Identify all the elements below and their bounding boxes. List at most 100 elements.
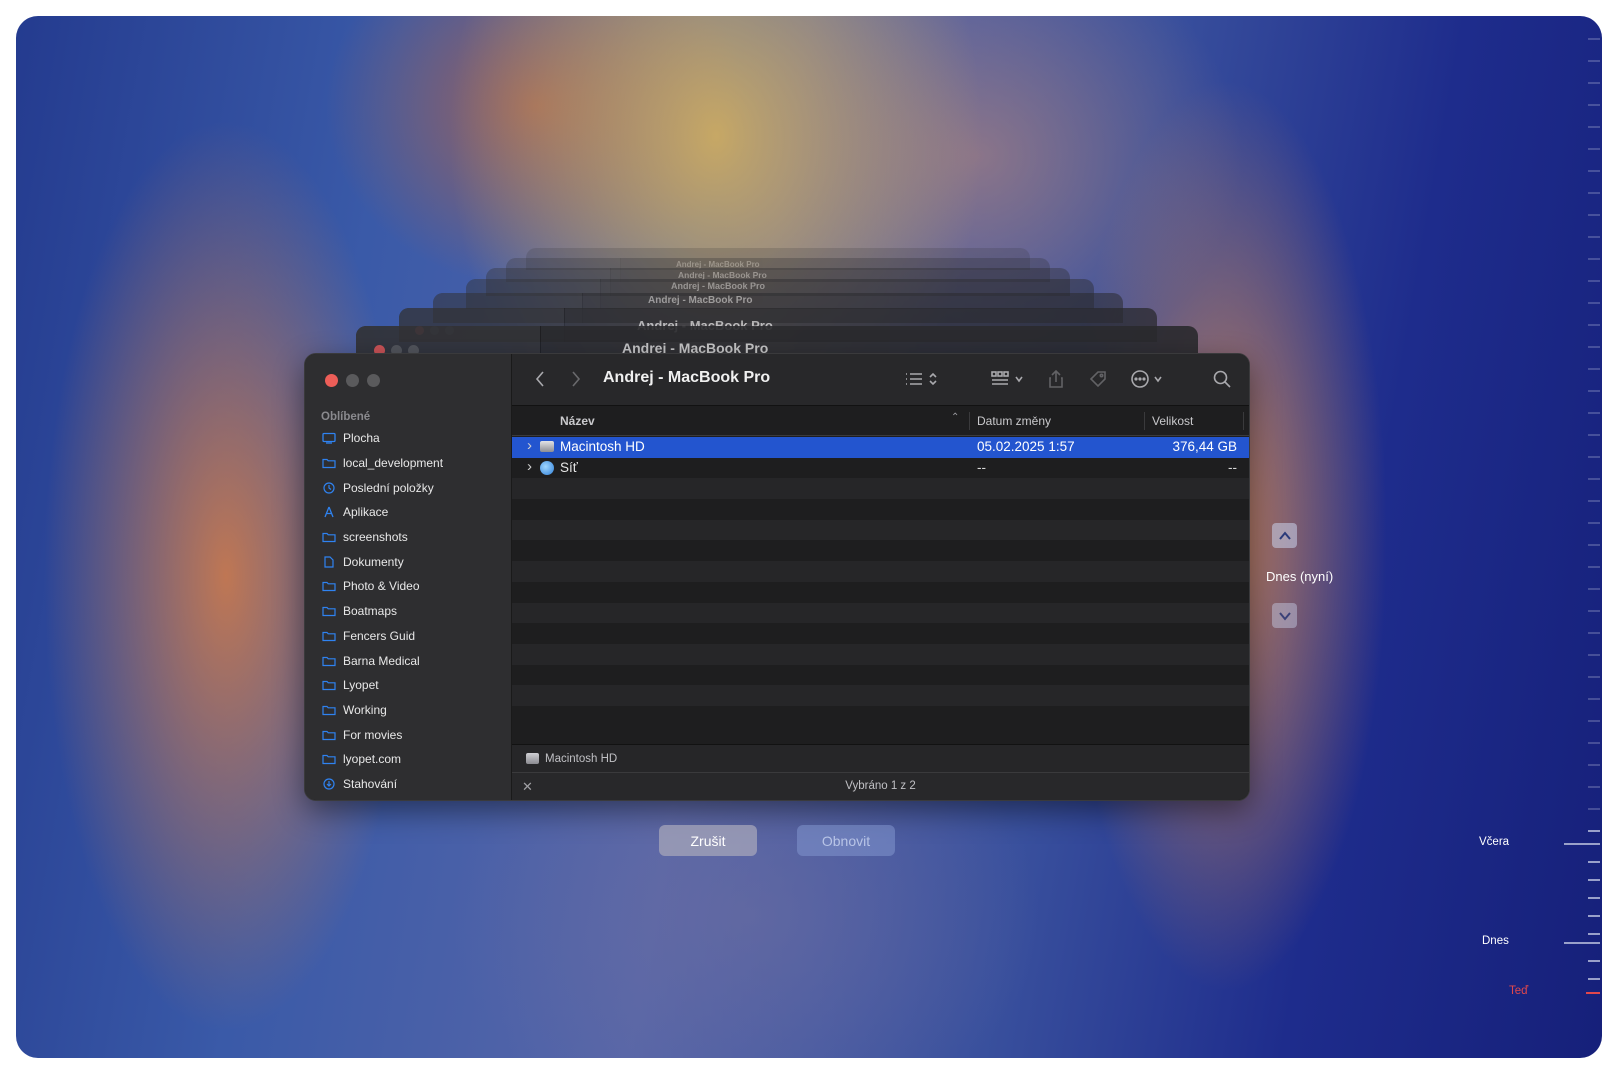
timeline-tick[interactable] bbox=[1588, 170, 1600, 172]
file-name: Síť bbox=[560, 459, 578, 475]
folder-icon bbox=[322, 531, 336, 543]
timeline-tick[interactable] bbox=[1588, 368, 1600, 370]
column-size[interactable]: Velikost bbox=[1152, 414, 1193, 428]
sidebar-item-photo-video[interactable]: Photo & Video bbox=[305, 574, 511, 599]
chevron-left-icon bbox=[535, 371, 544, 387]
hard-drive-icon bbox=[540, 441, 554, 452]
path-bar-item[interactable]: Macintosh HD bbox=[545, 753, 617, 765]
folder-icon bbox=[322, 704, 336, 716]
timeline-tick[interactable] bbox=[1588, 698, 1600, 700]
timeline-tick[interactable] bbox=[1588, 632, 1600, 634]
sidebar-item-fencers-guid[interactable]: Fencers Guid bbox=[305, 624, 511, 649]
share-button[interactable] bbox=[1048, 368, 1064, 390]
file-row[interactable]: › Macintosh HD 05.02.2025 1:57 376,44 GB bbox=[512, 437, 1249, 458]
tag-button[interactable] bbox=[1088, 368, 1108, 390]
timeline-tick[interactable] bbox=[1588, 302, 1600, 304]
timeline-label-today[interactable]: Dnes bbox=[1482, 935, 1509, 947]
back-button[interactable] bbox=[534, 368, 546, 390]
timeline-tick[interactable] bbox=[1588, 82, 1600, 84]
timeline-tick[interactable] bbox=[1588, 566, 1600, 568]
finder-window[interactable]: Oblíbené Plocha local_development Poslední… bbox=[304, 353, 1250, 801]
timeline-tick[interactable] bbox=[1588, 412, 1600, 414]
view-list-button[interactable] bbox=[904, 368, 938, 390]
sidebar-item-working[interactable]: Working bbox=[305, 698, 511, 723]
timeline-tick[interactable] bbox=[1588, 324, 1600, 326]
timeline-tick[interactable] bbox=[1588, 38, 1600, 40]
timeline-tick[interactable] bbox=[1588, 879, 1600, 881]
timeline-tick[interactable] bbox=[1588, 192, 1600, 194]
sidebar-item-boatmaps[interactable]: Boatmaps bbox=[305, 599, 511, 624]
timeline-tick[interactable] bbox=[1588, 522, 1600, 524]
restore-button[interactable]: Obnovit bbox=[797, 825, 895, 856]
timeline-tick[interactable] bbox=[1588, 861, 1600, 863]
timeline-tick[interactable] bbox=[1588, 60, 1600, 62]
forward-button[interactable] bbox=[570, 368, 582, 390]
sidebar-item-local-development[interactable]: local_development bbox=[305, 451, 511, 476]
cancel-button[interactable]: Zrušit bbox=[659, 825, 757, 856]
sidebar-item-for-movies[interactable]: For movies bbox=[305, 722, 511, 747]
timeline-tick[interactable] bbox=[1588, 478, 1600, 480]
sidebar-item-label: Dokumenty bbox=[343, 554, 404, 569]
timeline-tick[interactable] bbox=[1588, 960, 1600, 962]
timeline-tick[interactable] bbox=[1588, 978, 1600, 980]
timeline-tick[interactable] bbox=[1588, 764, 1600, 766]
disclosure-chevron-icon[interactable]: › bbox=[527, 437, 532, 454]
disclosure-chevron-icon[interactable]: › bbox=[527, 458, 532, 475]
timeline-tick[interactable] bbox=[1588, 346, 1600, 348]
sidebar-item-aplikace[interactable]: Aplikace bbox=[305, 500, 511, 525]
timeline-tick[interactable] bbox=[1586, 992, 1600, 994]
timeline-tick[interactable] bbox=[1588, 742, 1600, 744]
timeline-tick[interactable] bbox=[1588, 786, 1600, 788]
timeline-tick[interactable] bbox=[1588, 214, 1600, 216]
timeline-label-yesterday[interactable]: Včera bbox=[1479, 836, 1509, 848]
timeline-label-now[interactable]: Teď bbox=[1509, 985, 1528, 997]
column-name[interactable]: Název bbox=[560, 414, 595, 428]
sidebar-item-plocha[interactable]: Plocha bbox=[305, 426, 511, 451]
timeline-tick[interactable] bbox=[1588, 588, 1600, 590]
timeline-tick[interactable] bbox=[1588, 610, 1600, 612]
timeline-tick[interactable] bbox=[1588, 830, 1600, 832]
timeline-tick[interactable] bbox=[1588, 654, 1600, 656]
previous-backup-button[interactable] bbox=[1272, 523, 1297, 548]
sidebar-item-screenshots[interactable]: screenshots bbox=[305, 525, 511, 550]
sidebar-item-posledn-polo-ky[interactable]: Poslední položky bbox=[305, 475, 511, 500]
timeline-tick[interactable] bbox=[1588, 280, 1600, 282]
close-button[interactable] bbox=[325, 374, 338, 387]
column-header: Název ⌃ Datum změny Velikost bbox=[512, 406, 1249, 436]
timeline-tick[interactable] bbox=[1588, 126, 1600, 128]
column-date-modified[interactable]: Datum změny bbox=[977, 414, 1051, 428]
timeline-tick[interactable] bbox=[1564, 942, 1600, 944]
timeline-tick[interactable] bbox=[1588, 236, 1600, 238]
zoom-button[interactable] bbox=[367, 374, 380, 387]
timeline-tick[interactable] bbox=[1588, 104, 1600, 106]
more-actions-button[interactable] bbox=[1130, 368, 1163, 390]
sidebar-item-dokumenty[interactable]: Dokumenty bbox=[305, 549, 511, 574]
timeline-tick[interactable] bbox=[1588, 500, 1600, 502]
sidebar-item-stahov-n-[interactable]: Stahování bbox=[305, 772, 511, 797]
timeline-tick[interactable] bbox=[1588, 720, 1600, 722]
timeline-tick[interactable] bbox=[1588, 933, 1600, 935]
timeline-tick[interactable] bbox=[1588, 676, 1600, 678]
timeline-tick[interactable] bbox=[1588, 544, 1600, 546]
sidebar-item-lyopet[interactable]: Lyopet bbox=[305, 673, 511, 698]
timeline-tick[interactable] bbox=[1588, 258, 1600, 260]
file-row[interactable]: › Síť -- -- bbox=[512, 457, 1249, 479]
sidebar-item-label: Photo & Video bbox=[343, 579, 420, 594]
search-button[interactable] bbox=[1212, 368, 1232, 390]
next-backup-button[interactable] bbox=[1272, 603, 1297, 628]
timeline-tick[interactable] bbox=[1588, 434, 1600, 436]
minimize-button[interactable] bbox=[346, 374, 359, 387]
timeline-tick[interactable] bbox=[1588, 456, 1600, 458]
timeline-tick[interactable] bbox=[1588, 897, 1600, 899]
empty-row bbox=[512, 561, 1249, 582]
timeline-tick[interactable] bbox=[1588, 148, 1600, 150]
folder-icon bbox=[322, 679, 336, 691]
timeline-tick[interactable] bbox=[1564, 843, 1600, 845]
sidebar-item-label: Plocha bbox=[343, 431, 380, 446]
timeline-tick[interactable] bbox=[1588, 390, 1600, 392]
group-button[interactable] bbox=[990, 368, 1024, 390]
timeline-tick[interactable] bbox=[1588, 915, 1600, 917]
sidebar-item-lyopet-com[interactable]: lyopet.com bbox=[305, 747, 511, 772]
timeline-tick[interactable] bbox=[1588, 808, 1600, 810]
sidebar-item-barna-medical[interactable]: Barna Medical bbox=[305, 648, 511, 673]
